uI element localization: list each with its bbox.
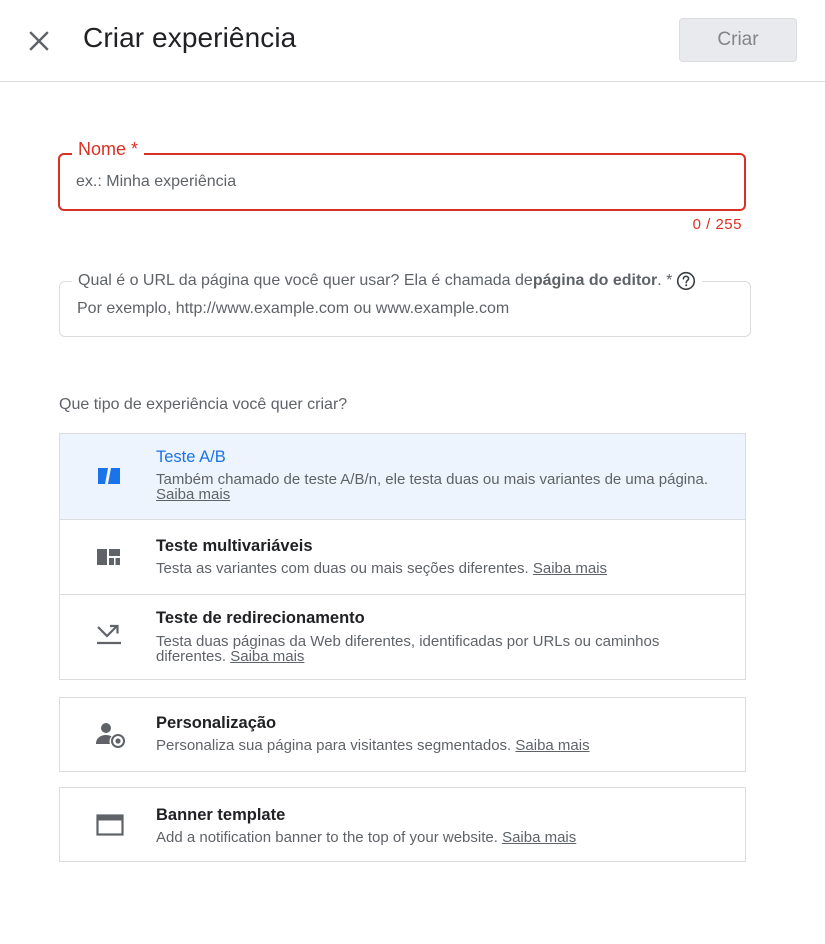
- help-icon[interactable]: [676, 271, 696, 291]
- multivariate-icon: [97, 549, 120, 565]
- option-banner-template[interactable]: Banner template Add a notification banne…: [60, 788, 745, 861]
- name-field-label: Nome *: [72, 139, 145, 160]
- banner-template-group: Banner template Add a notification banne…: [59, 787, 746, 862]
- page-title: Criar experiência: [83, 22, 297, 53]
- banner-icon: [96, 814, 124, 836]
- learn-more-link[interactable]: Saiba mais: [230, 648, 304, 665]
- option-description: Add a notification banner to the top of …: [156, 829, 577, 846]
- option-personalization[interactable]: Personalização Personaliza sua página pa…: [60, 698, 745, 771]
- redirect-icon: [97, 624, 121, 645]
- option-title: Teste de redirecionamento: [156, 609, 365, 627]
- experience-type-question: Que tipo de experiência você quer criar?: [59, 396, 348, 413]
- option-ab-test[interactable]: Teste A/B Também chamado de teste A/B/n,…: [60, 434, 745, 520]
- option-title: Banner template: [156, 806, 286, 824]
- learn-more-link[interactable]: Saiba mais: [533, 560, 607, 577]
- option-title: Teste A/B: [156, 448, 226, 466]
- close-button[interactable]: [24, 26, 54, 56]
- option-multivariate-test[interactable]: Teste multivariáveis Testa as variantes …: [60, 520, 745, 595]
- url-label-suffix: . *: [657, 272, 673, 289]
- create-button[interactable]: Criar: [679, 18, 797, 62]
- option-title: Personalização: [156, 714, 277, 732]
- url-label-bold: página do editor: [532, 272, 658, 289]
- option-description: Também chamado de teste A/B/n, ele testa…: [156, 471, 708, 503]
- dialog-header: Criar experiência Criar: [0, 0, 825, 82]
- editor-page-url-input[interactable]: [77, 297, 737, 321]
- option-description: Testa duas páginas da Web diferentes, id…: [156, 633, 660, 665]
- name-char-counter: 0 / 255: [692, 216, 742, 233]
- option-description: Personaliza sua página para visitantes s…: [156, 737, 590, 754]
- option-redirect-test[interactable]: Teste de redirecionamento Testa duas pág…: [60, 595, 745, 679]
- close-icon: [29, 31, 49, 51]
- learn-more-link[interactable]: Saiba mais: [515, 737, 589, 754]
- name-input[interactable]: [76, 170, 726, 194]
- personalization-group: Personalização Personaliza sua página pa…: [59, 697, 746, 772]
- option-title: Teste multivariáveis: [156, 537, 313, 555]
- ab-test-icon: [98, 468, 120, 484]
- learn-more-link[interactable]: Saiba mais: [156, 486, 230, 503]
- learn-more-link[interactable]: Saiba mais: [502, 829, 576, 846]
- editor-page-url-label: Qual é o URL da página que você quer usa…: [72, 271, 703, 291]
- url-label-prefix: Qual é o URL da página que você quer usa…: [78, 272, 533, 289]
- option-description: Testa as variantes com duas ou mais seçõ…: [156, 560, 608, 577]
- test-type-group: Teste A/B Também chamado de teste A/B/n,…: [59, 433, 746, 680]
- personalization-icon: [96, 723, 125, 748]
